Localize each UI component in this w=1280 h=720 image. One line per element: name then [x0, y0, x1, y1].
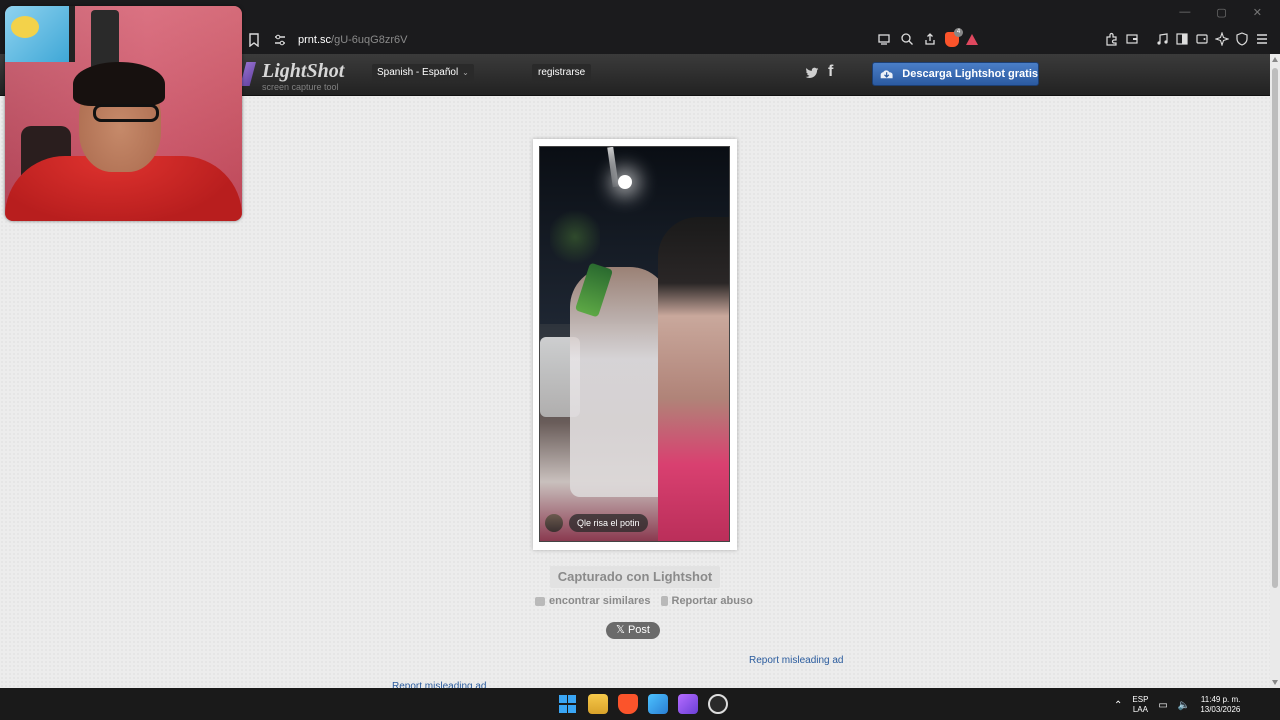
network-icon[interactable]: ▭ [1158, 700, 1167, 711]
file-explorer-icon[interactable] [588, 694, 608, 714]
facebook-icon[interactable]: f [828, 63, 833, 81]
chevron-up-icon[interactable]: ⌃ [1114, 700, 1122, 711]
obs-icon[interactable] [708, 694, 728, 714]
sidebar-icon[interactable] [1174, 31, 1190, 47]
share-icon[interactable] [922, 31, 938, 47]
image-streetlight [618, 175, 632, 189]
lang-code: ESP [1132, 695, 1149, 704]
cast-icon[interactable] [876, 31, 892, 47]
lang-layout: LAA [1132, 705, 1148, 714]
logo-title: LightShot [262, 60, 345, 82]
system-tray: ⌃ ESP LAA ▭ 🔈 11:49 p. m. 13/03/2026 [1114, 695, 1240, 715]
toolbar-right [1104, 31, 1270, 47]
download-icon [880, 70, 893, 79]
windows-taskbar: ⌃ ESP LAA ▭ 🔈 11:49 p. m. 13/03/2026 [0, 688, 1280, 720]
brave-rewards-icon[interactable] [966, 33, 978, 45]
clock-date: 13/03/2026 [1200, 705, 1241, 714]
clock-time: 11:49 p. m. [1200, 695, 1241, 704]
input-language[interactable]: ESP LAA [1132, 695, 1148, 715]
close-button[interactable]: ✕ [1253, 6, 1262, 19]
feather-icon [240, 62, 256, 86]
extensions-icon[interactable] [1104, 31, 1120, 47]
language-label: Spanish - Español [377, 67, 459, 78]
avatar [545, 514, 563, 532]
gamepad-icon[interactable] [678, 694, 698, 714]
caption-text: Qle risa el potin [569, 514, 648, 532]
window-controls: — ▢ ✕ [1179, 6, 1262, 19]
zoom-icon[interactable] [899, 31, 915, 47]
image-caption: Qle risa el potin [545, 512, 648, 534]
x-post-button[interactable]: 𝕏 Post [606, 622, 660, 639]
register-link[interactable]: registrarse [532, 64, 592, 82]
start-button[interactable] [558, 694, 578, 714]
page-scrollbar[interactable] [1270, 54, 1280, 688]
wallet-panel-icon[interactable] [1194, 31, 1210, 47]
tv-sun [11, 16, 39, 38]
image-tree [550, 207, 600, 267]
report-misleading-ad-link[interactable]: Report misleading ad [749, 655, 844, 666]
menu-icon[interactable] [1254, 31, 1270, 47]
find-similar-link[interactable]: encontrar similares [535, 595, 651, 607]
volume-icon[interactable]: 🔈 [1178, 700, 1190, 711]
download-lightshot-button[interactable]: Descarga Lightshot gratis [872, 62, 1039, 86]
logo-subtitle: screen capture tool [262, 82, 339, 92]
brave-shields-icon[interactable]: 4 [945, 27, 963, 47]
camera-icon [535, 596, 545, 606]
webcam-tv [5, 6, 75, 62]
captured-with-lightshot: Capturado con Lightshot [550, 566, 720, 588]
download-button-label: Descarga Lightshot gratis [902, 68, 1038, 80]
image-person-selfie [658, 217, 729, 541]
address-bar-actions: 4 [876, 27, 978, 47]
report-abuse-link[interactable]: Reportar abuso [660, 595, 753, 607]
leo-ai-icon[interactable] [1214, 31, 1230, 47]
image-actions: encontrar similares Reportar abuso [535, 595, 753, 607]
webcam-glasses [93, 104, 159, 122]
address-bar[interactable]: prnt.sc/gU-6uqG8zr6V [246, 30, 407, 50]
clock[interactable]: 11:49 p. m. 13/03/2026 [1200, 695, 1240, 715]
microsoft-store-icon[interactable] [648, 694, 668, 714]
url-text[interactable]: prnt.sc/gU-6uqG8zr6V [298, 34, 407, 46]
chevron-down-icon: ⌄ [462, 68, 469, 77]
webcam-speaker [91, 10, 119, 70]
scroll-up-arrow[interactable] [1272, 57, 1278, 62]
webcam-hair [73, 62, 165, 106]
flag-icon [660, 596, 668, 606]
media-controls-icon[interactable] [1154, 31, 1170, 47]
webcam-overlay [5, 6, 242, 221]
wallet-icon[interactable] [1124, 31, 1140, 47]
twitter-icon[interactable] [805, 66, 819, 80]
bookmark-icon[interactable] [246, 32, 262, 48]
vpn-shield-icon[interactable] [1234, 31, 1250, 47]
maximize-button[interactable]: ▢ [1216, 6, 1226, 19]
minimize-button[interactable]: — [1179, 6, 1190, 19]
scrollbar-thumb[interactable] [1272, 68, 1278, 588]
language-selector[interactable]: Spanish - Español ⌄ [372, 64, 474, 82]
scroll-down-arrow[interactable] [1272, 680, 1278, 685]
taskbar-apps [558, 694, 728, 714]
report-misleading-ad-link-2[interactable]: Report misleading ad [392, 681, 487, 688]
screenshot-image[interactable] [539, 146, 730, 542]
brave-browser-icon[interactable] [618, 694, 638, 714]
site-settings-icon[interactable] [272, 32, 288, 48]
